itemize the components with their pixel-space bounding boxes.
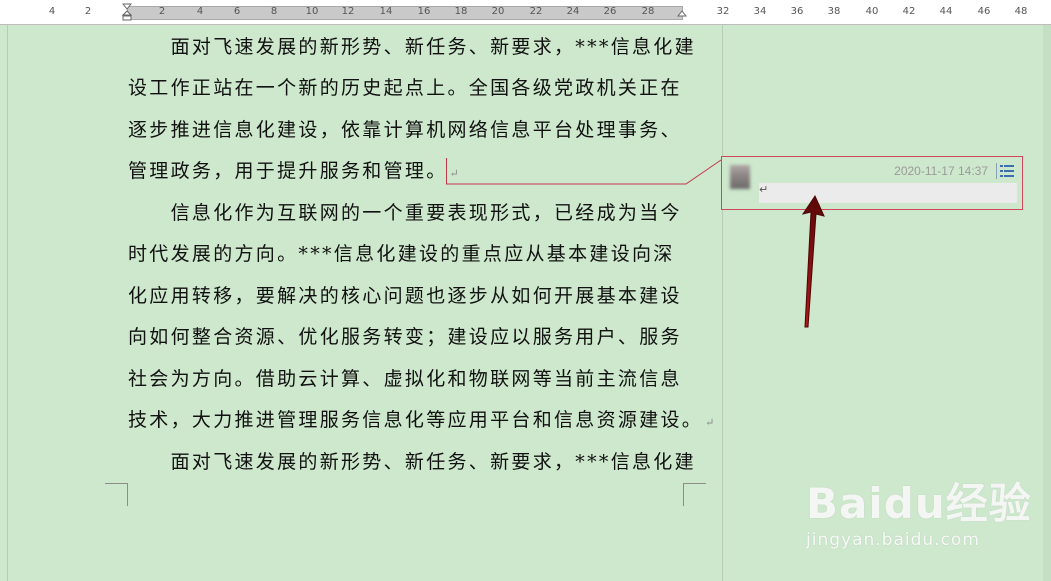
ruler-tick-label: 18 (454, 6, 468, 17)
document-line-text: 设工作正站在一个新的历史起点上。全国各级党政机关正在 (128, 77, 682, 99)
comment-pane (722, 25, 1051, 581)
ruler-tick-label: 44 (939, 6, 953, 17)
ruler-tick-label: 14 (379, 6, 393, 17)
ruler-text-area (127, 6, 683, 20)
ruler-tick-label: 10 (305, 6, 319, 17)
document-line-text: 技术，大力推进管理服务信息化等应用平台和信息资源建设。 (128, 409, 704, 431)
document-line[interactable]: 化应用转移，要解决的核心问题也逐步从如何开展基本建设 (128, 284, 688, 308)
paragraph-mark: ↵ (705, 416, 715, 429)
window-right-edge (1043, 25, 1051, 581)
ruler-tick-label: 22 (529, 6, 543, 17)
document-line-text: 社会为方向。借助云计算、虚拟化和物联网等当前主流信息 (128, 368, 682, 390)
document-line[interactable]: 管理政务，用于提升服务和管理。 ↵ (128, 159, 688, 183)
crop-mark-bottom-left (105, 483, 128, 506)
ruler-tick-label: 40 (865, 6, 879, 17)
ruler-tick-label: 12 (341, 6, 355, 17)
paragraph-mark: ↵ (449, 167, 459, 180)
document-line-text: 管理政务，用于提升服务和管理。 (128, 160, 448, 182)
document-line[interactable]: 信息化作为互联网的一个重要表现形式，已经成为当今 (128, 201, 688, 225)
ruler-tick-label: 4 (196, 6, 204, 17)
ruler-tick-label: 46 (977, 6, 991, 17)
document-line-text: 信息化作为互联网的一个重要表现形式，已经成为当今 (128, 202, 682, 224)
author-avatar (730, 165, 750, 189)
document-line-text: 向如何整合资源、优化服务转变；建设应以服务用户、服务 (128, 326, 682, 348)
comment-timestamp: 2020-11-17 14:37 (894, 164, 988, 178)
ruler-tick-label: 42 (902, 6, 916, 17)
document-line[interactable]: 逐步推进信息化建设，依靠计算机网络信息平台处理事务、 (128, 118, 688, 142)
ruler-tick-label: 2 (158, 6, 166, 17)
document-line-text: 面对飞速发展的新形势、新任务、新要求，***信息化建 (128, 451, 696, 473)
right-indent-marker[interactable] (677, 3, 687, 21)
ruler-tick-label: 24 (566, 6, 580, 17)
ruler-tick-label: 8 (270, 6, 278, 17)
horizontal-ruler[interactable]: 4 2 2 4 6 8 10 12 14 16 18 20 22 24 26 28 32 34 36 38 40 42 44… (0, 0, 1051, 25)
comment-paragraph-mark: ↵ (759, 183, 769, 196)
ruler-tick-label: 20 (491, 6, 505, 17)
document-line-text: 化应用转移，要解决的核心问题也逐步从如何开展基本建设 (128, 285, 682, 307)
document-line[interactable]: 技术，大力推进管理服务信息化等应用平台和信息资源建设。 ↵ (128, 408, 714, 432)
crop-mark-bottom-right (683, 483, 706, 506)
ruler-tick-label: 26 (603, 6, 617, 17)
ruler-tick-label: 32 (716, 6, 730, 17)
comment-text-field[interactable] (759, 183, 1017, 203)
document-line[interactable]: 面对飞速发展的新形势、新任务、新要求，***信息化建 (128, 450, 694, 474)
document-line-text: 面对飞速发展的新形势、新任务、新要求，***信息化建 (128, 36, 696, 58)
comment-menu-icon[interactable] (996, 163, 1016, 179)
ruler-tick-label: 36 (790, 6, 804, 17)
document-line-text: 时代发展的方向。***信息化建设的重点应从基本建设向深 (128, 243, 675, 265)
document-line[interactable]: 面对飞速发展的新形势、新任务、新要求，***信息化建 (128, 35, 694, 59)
left-indent-marker[interactable] (122, 3, 132, 21)
comment-anchor-marker (446, 158, 447, 184)
ruler-tick-label: 28 (641, 6, 655, 17)
ruler-tick-label: 4 (48, 6, 56, 17)
ruler-tick-label: 48 (1014, 6, 1028, 17)
document-line[interactable]: 向如何整合资源、优化服务转变；建设应以服务用户、服务 (128, 325, 688, 349)
ruler-tick-label: 34 (753, 6, 767, 17)
ruler-tick-label: 2 (84, 6, 92, 17)
document-line-text: 逐步推进信息化建设，依靠计算机网络信息平台处理事务、 (128, 119, 682, 141)
document-line[interactable]: 设工作正站在一个新的历史起点上。全国各级党政机关正在 (128, 76, 688, 100)
document-line[interactable]: 社会为方向。借助云计算、虚拟化和物联网等当前主流信息 (128, 367, 688, 391)
page-edge-line (7, 25, 8, 581)
ruler-tick-label: 16 (417, 6, 431, 17)
comment-card[interactable]: ​​​​​​​​​​​​​​​​​​​​​​​​ 2020-11-17 14:3… (721, 156, 1023, 210)
ruler-tick-label: 38 (827, 6, 841, 17)
ruler-tick-label: 6 (233, 6, 241, 17)
document-line[interactable]: 时代发展的方向。***信息化建设的重点应从基本建设向深 (128, 242, 688, 266)
